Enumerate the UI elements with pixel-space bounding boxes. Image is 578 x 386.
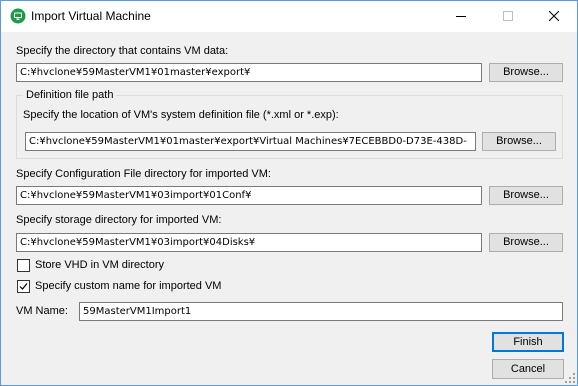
custom-name-label[interactable]: Specify custom name for imported VM (35, 280, 221, 293)
vm-data-label: Specify the directory that contains VM d… (16, 45, 229, 57)
vm-name-label: VM Name: (16, 305, 68, 317)
definition-file-input[interactable]: C:¥hvclone¥59MasterVM1¥01master¥export¥V… (25, 132, 476, 151)
title-bar[interactable]: Import Virtual Machine (1, 1, 577, 32)
import-vm-dialog: Import Virtual Machine Specify the direc… (0, 0, 578, 386)
maximize-icon (503, 11, 513, 21)
resize-grip-icon[interactable] (565, 373, 575, 383)
custom-name-checkbox[interactable] (17, 280, 30, 293)
config-dir-input[interactable]: C:¥hvclone¥59MasterVM1¥03import¥01Conf¥ (16, 186, 482, 205)
storage-dir-label: Specify storage directory for imported V… (16, 214, 222, 226)
close-button[interactable] (531, 1, 577, 32)
vm-data-directory-input[interactable]: C:¥hvclone¥59MasterVM1¥01master¥export¥ (16, 63, 482, 82)
maximize-button[interactable] (485, 1, 531, 32)
definition-group-title: Definition file path (23, 89, 117, 102)
app-monitor-icon (10, 8, 26, 24)
definition-browse-button[interactable]: Browse... (482, 132, 556, 151)
vm-name-input[interactable]: 59MasterVM1Import1 (79, 302, 563, 321)
minimize-icon (456, 16, 466, 17)
minimize-button[interactable] (438, 1, 484, 32)
definition-file-label: Specify the location of VM's system defi… (23, 109, 339, 121)
store-vhd-checkbox[interactable] (17, 259, 30, 272)
config-dir-label: Specify Configuration File directory for… (16, 168, 271, 180)
close-icon (549, 11, 559, 21)
finish-button[interactable]: Finish (492, 332, 564, 352)
vm-data-browse-button[interactable]: Browse... (489, 63, 563, 82)
store-vhd-label[interactable]: Store VHD in VM directory (35, 259, 164, 272)
window-title: Import Virtual Machine (31, 9, 151, 23)
checkmark-icon (19, 283, 28, 290)
cancel-button[interactable]: Cancel (492, 359, 564, 379)
storage-dir-input[interactable]: C:¥hvclone¥59MasterVM1¥03import¥04Disks¥ (16, 233, 482, 252)
config-dir-browse-button[interactable]: Browse... (489, 186, 563, 205)
storage-dir-browse-button[interactable]: Browse... (489, 233, 563, 252)
